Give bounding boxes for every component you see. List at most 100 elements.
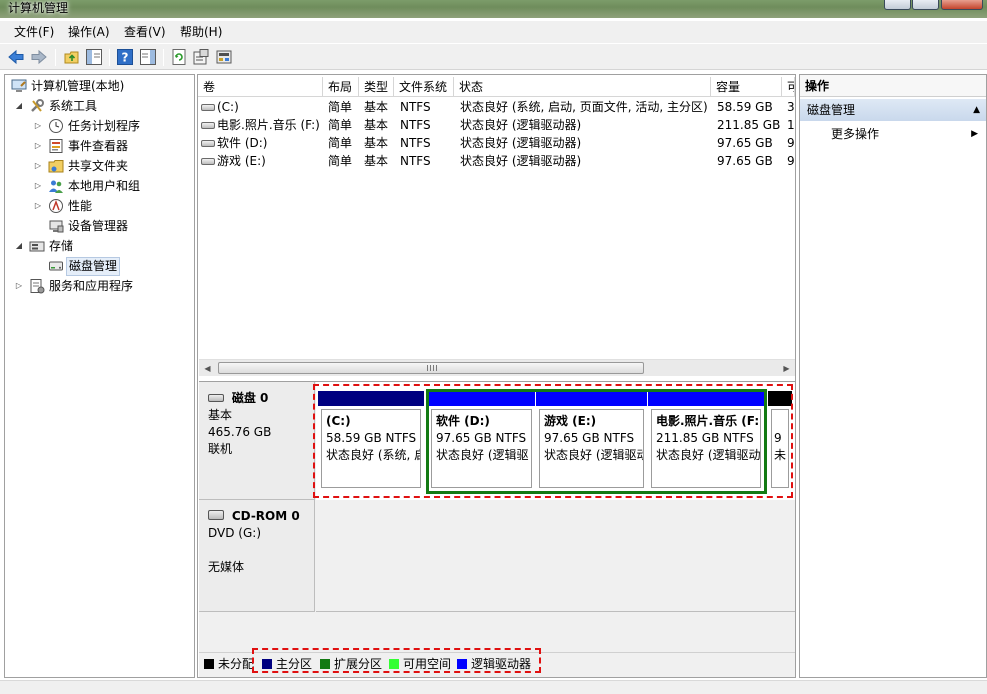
collapse-arrow-icon[interactable]: ◢ [14, 236, 24, 256]
svg-text:?: ? [122, 51, 129, 65]
minimize-button[interactable] [884, 0, 911, 10]
show-hide-tree-icon[interactable] [85, 48, 103, 66]
scroll-grip [427, 365, 437, 371]
column-header-layout[interactable]: 布局 [323, 77, 359, 97]
volume-name: 电影.照片.音乐 (F:) [217, 118, 320, 132]
volume-type: 基本 [364, 118, 389, 132]
show-hide-action-pane-icon[interactable] [139, 48, 157, 66]
back-icon[interactable] [7, 48, 25, 66]
cdrom-0-drive: DVD (G:) [208, 526, 261, 540]
partition-unallocated[interactable]: 9 未 [768, 391, 792, 491]
cdrom-0-body[interactable] [316, 500, 795, 612]
volume-filesystem: NTFS [400, 118, 431, 132]
volume-row[interactable]: 软件 (D:) 简单 基本 NTFS 状态良好 (逻辑驱动器) 97.65 GB… [198, 134, 795, 152]
tree-label-device-manager: 设备管理器 [68, 219, 129, 233]
tree-label-services-apps: 服务和应用程序 [49, 279, 134, 293]
more-actions-item[interactable]: 更多操作 ▶ [800, 123, 986, 145]
drive-icon [201, 104, 215, 111]
partition-c[interactable]: (C:) 58.59 GB NTFS 状态良好 (系统, 启 [318, 391, 424, 491]
window-title: 计算机管理 [8, 1, 69, 15]
expand-arrow-icon[interactable]: ▷ [14, 276, 24, 296]
expand-arrow-icon[interactable]: ▷ [33, 136, 43, 156]
partition-e[interactable]: 游戏 (E:) 97.65 GB NTFS 状态良好 (逻辑驱动 [536, 391, 647, 491]
disk-0-size: 465.76 GB [208, 425, 272, 439]
volume-row[interactable]: 游戏 (E:) 简单 基本 NTFS 状态良好 (逻辑驱动器) 97.65 GB… [198, 152, 795, 170]
column-header-type[interactable]: 类型 [359, 77, 394, 97]
partition-d[interactable]: 软件 (D:) 97.65 GB NTFS 状态良好 (逻辑驱 [428, 391, 535, 491]
expand-arrow-icon[interactable]: ▷ [33, 156, 43, 176]
services-icon [29, 278, 45, 294]
event-viewer-icon [48, 138, 64, 154]
toolbar: ? [0, 44, 987, 70]
column-header-volume[interactable]: 卷 [198, 77, 323, 97]
properties-icon[interactable] [192, 48, 210, 66]
volume-status: 状态良好 (逻辑驱动器) [460, 118, 582, 132]
tree-label-root: 计算机管理(本地) [31, 79, 125, 93]
scroll-right-icon[interactable]: ▶ [778, 360, 795, 377]
volume-name: (C:) [217, 100, 239, 114]
volume-name: 游戏 (E:) [217, 154, 266, 168]
volume-row[interactable]: (C:) 简单 基本 NTFS 状态良好 (系统, 启动, 页面文件, 活动, … [198, 98, 795, 116]
tree-label-local-users: 本地用户和组 [68, 179, 141, 193]
expand-arrow-icon[interactable]: ▷ [33, 196, 43, 216]
volume-status: 状态良好 (系统, 启动, 页面文件, 活动, 主分区) [460, 100, 708, 114]
menu-action[interactable]: 操作(A) [68, 24, 110, 40]
column-header-free[interactable]: 可 [782, 77, 795, 97]
computer-management-icon [11, 78, 27, 94]
menu-view[interactable]: 查看(V) [124, 24, 166, 40]
users-icon [48, 178, 64, 194]
horizontal-scrollbar[interactable]: ◀ ▶ [199, 359, 795, 376]
expand-arrow-icon[interactable]: ▷ [33, 176, 43, 196]
menu-help[interactable]: 帮助(H) [180, 24, 222, 40]
submenu-arrow-icon: ▶ [971, 129, 978, 139]
partition-name: 游戏 (E:) [544, 414, 597, 428]
close-button[interactable] [941, 0, 983, 10]
actions-section-disk-management[interactable]: 磁盘管理 ▲ [800, 99, 986, 121]
cdrom-0-label[interactable]: CD-ROM 0 DVD (G:) 无媒体 [199, 500, 315, 612]
tree-label-system-tools: 系统工具 [49, 99, 98, 113]
disk-0-label[interactable]: 磁盘 0 基本 465.76 GB 联机 [199, 382, 315, 500]
column-header-capacity[interactable]: 容量 [711, 77, 782, 97]
volume-row[interactable]: 电影.照片.音乐 (F:) 简单 基本 NTFS 状态良好 (逻辑驱动器) 21… [198, 116, 795, 134]
partition-size: 9 [774, 431, 782, 445]
menu-file[interactable]: 文件(F) [14, 24, 54, 40]
partition-bar [648, 391, 764, 406]
drive-icon [201, 158, 215, 165]
volume-free: 3 [787, 100, 795, 114]
partition-bar [428, 391, 535, 406]
volume-free: 9 [787, 154, 795, 168]
partition-name: (C:) [326, 414, 351, 428]
partition-f[interactable]: 电影.照片.音乐 (F: 211.85 GB NTFS 状态良好 (逻辑驱动 [648, 391, 764, 491]
up-folder-icon[interactable] [63, 48, 81, 66]
tree-label-task-scheduler: 任务计划程序 [68, 119, 141, 133]
disk-0-name: 磁盘 0 [231, 391, 269, 405]
partition-status: 状态良好 (逻辑驱 [436, 448, 529, 462]
volume-type: 基本 [364, 136, 389, 150]
actions-section-label: 磁盘管理 [807, 103, 856, 117]
column-header-status[interactable]: 状态 [454, 77, 711, 97]
volume-type: 基本 [364, 154, 389, 168]
disk-graphical-view: 磁盘 0 基本 465.76 GB 联机 (C:) 58.59 GB NTFS … [199, 381, 795, 677]
maximize-button[interactable] [912, 0, 939, 10]
volume-layout: 简单 [328, 100, 353, 114]
collapse-up-icon[interactable]: ▲ [973, 99, 980, 121]
drive-icon [201, 140, 215, 147]
collapse-arrow-icon[interactable]: ◢ [14, 96, 24, 116]
scroll-left-icon[interactable]: ◀ [199, 360, 216, 377]
volume-status: 状态良好 (逻辑驱动器) [460, 136, 582, 150]
disk-settings-icon[interactable] [215, 48, 233, 66]
refresh-icon[interactable] [170, 48, 188, 66]
column-header-filesystem[interactable]: 文件系统 [394, 77, 454, 97]
menu-bar: 文件(F) 操作(A) 查看(V) 帮助(H) [0, 21, 987, 43]
expand-arrow-icon[interactable]: ▷ [33, 116, 43, 136]
tree-label-storage: 存储 [49, 239, 74, 253]
system-tools-icon [29, 98, 45, 114]
scrollbar-thumb[interactable] [218, 362, 644, 374]
help-icon[interactable]: ? [116, 48, 134, 66]
partition-size: 97.65 GB NTFS [544, 431, 635, 445]
volume-layout: 简单 [328, 118, 353, 132]
tree-label-disk-management: 磁盘管理 [66, 257, 121, 276]
tree-label-shared-folders: 共享文件夹 [68, 159, 129, 173]
volume-filesystem: NTFS [400, 100, 431, 114]
forward-icon[interactable] [30, 48, 48, 66]
